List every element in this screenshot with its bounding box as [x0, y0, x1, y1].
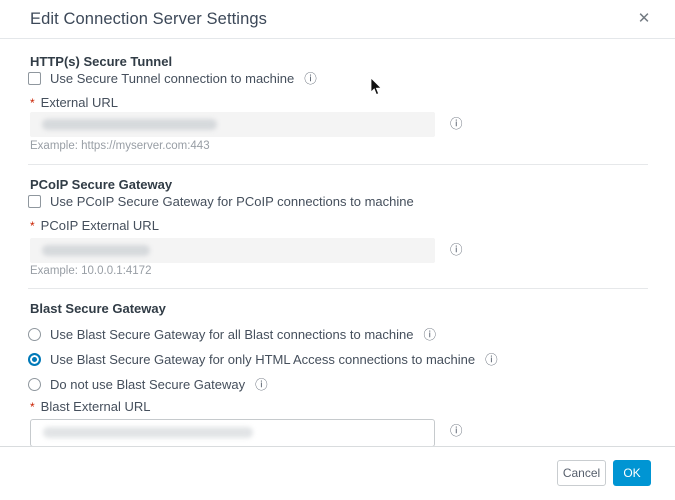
info-icon[interactable]: ⓘ [255, 378, 268, 391]
required-marker: * [30, 400, 35, 414]
info-icon[interactable]: ⓘ [450, 117, 463, 130]
dialog-header: Edit Connection Server Settings ✕ [0, 0, 675, 39]
blast-radio-all[interactable] [28, 327, 41, 341]
info-icon[interactable]: ⓘ [450, 424, 463, 437]
section-divider [28, 164, 648, 165]
required-marker: * [30, 96, 35, 110]
section-heading-secure-tunnel: HTTP(s) Secure Tunnel [30, 54, 173, 69]
blast-radio-all-label: Use Blast Secure Gateway for all Blast c… [50, 326, 414, 342]
required-marker: * [30, 219, 35, 233]
pcoip-external-url-input[interactable] [30, 238, 435, 263]
cancel-button[interactable]: Cancel [557, 460, 606, 486]
info-icon[interactable]: ⓘ [485, 353, 498, 366]
blast-radio-row-html-access: Use Blast Secure Gateway for only HTML A… [28, 351, 498, 367]
dialog-footer: Cancel OK [0, 446, 675, 500]
blast-radio-none[interactable] [28, 377, 41, 391]
secure-tunnel-checkbox[interactable] [28, 71, 41, 85]
mouse-cursor [370, 78, 382, 96]
blast-radio-row-none: Do not use Blast Secure Gateway ⓘ [28, 376, 268, 392]
pcoip-checkbox[interactable] [28, 194, 41, 208]
close-icon[interactable]: ✕ [635, 10, 653, 28]
edit-connection-server-settings-dialog: Edit Connection Server Settings ✕ HTTP(s… [0, 0, 675, 500]
info-icon[interactable]: ⓘ [423, 328, 436, 341]
redacted-value [42, 119, 217, 130]
info-icon[interactable]: ⓘ [304, 72, 317, 85]
external-url-example: Example: https://myserver.com:443 [30, 140, 210, 152]
pcoip-url-example: Example: 10.0.0.1:4172 [30, 265, 152, 277]
blast-radio-html-access[interactable] [28, 352, 41, 366]
info-icon[interactable]: ⓘ [450, 243, 463, 256]
blast-radio-html-access-label: Use Blast Secure Gateway for only HTML A… [50, 351, 476, 367]
section-heading-blast: Blast Secure Gateway [30, 301, 166, 316]
pcoip-checkbox-label: Use PCoIP Secure Gateway for PCoIP conne… [50, 193, 414, 209]
section-divider [28, 288, 648, 289]
redacted-value [43, 427, 253, 438]
external-url-label: * External URL [30, 95, 118, 110]
secure-tunnel-checkbox-row: Use Secure Tunnel connection to machine … [28, 70, 317, 86]
redacted-value [42, 245, 150, 256]
blast-external-url-input[interactable] [30, 419, 435, 447]
blast-radio-row-all: Use Blast Secure Gateway for all Blast c… [28, 326, 436, 342]
blast-external-url-label: * Blast External URL [30, 399, 151, 414]
section-heading-pcoip: PCoIP Secure Gateway [30, 177, 173, 192]
ok-button[interactable]: OK [613, 460, 651, 486]
pcoip-checkbox-row: Use PCoIP Secure Gateway for PCoIP conne… [28, 193, 414, 209]
blast-radio-none-label: Do not use Blast Secure Gateway [50, 376, 246, 392]
pcoip-external-url-label: * PCoIP External URL [30, 218, 159, 233]
dialog-title: Edit Connection Server Settings [30, 10, 267, 28]
secure-tunnel-checkbox-label: Use Secure Tunnel connection to machine [50, 70, 295, 86]
external-url-input[interactable] [30, 112, 435, 137]
